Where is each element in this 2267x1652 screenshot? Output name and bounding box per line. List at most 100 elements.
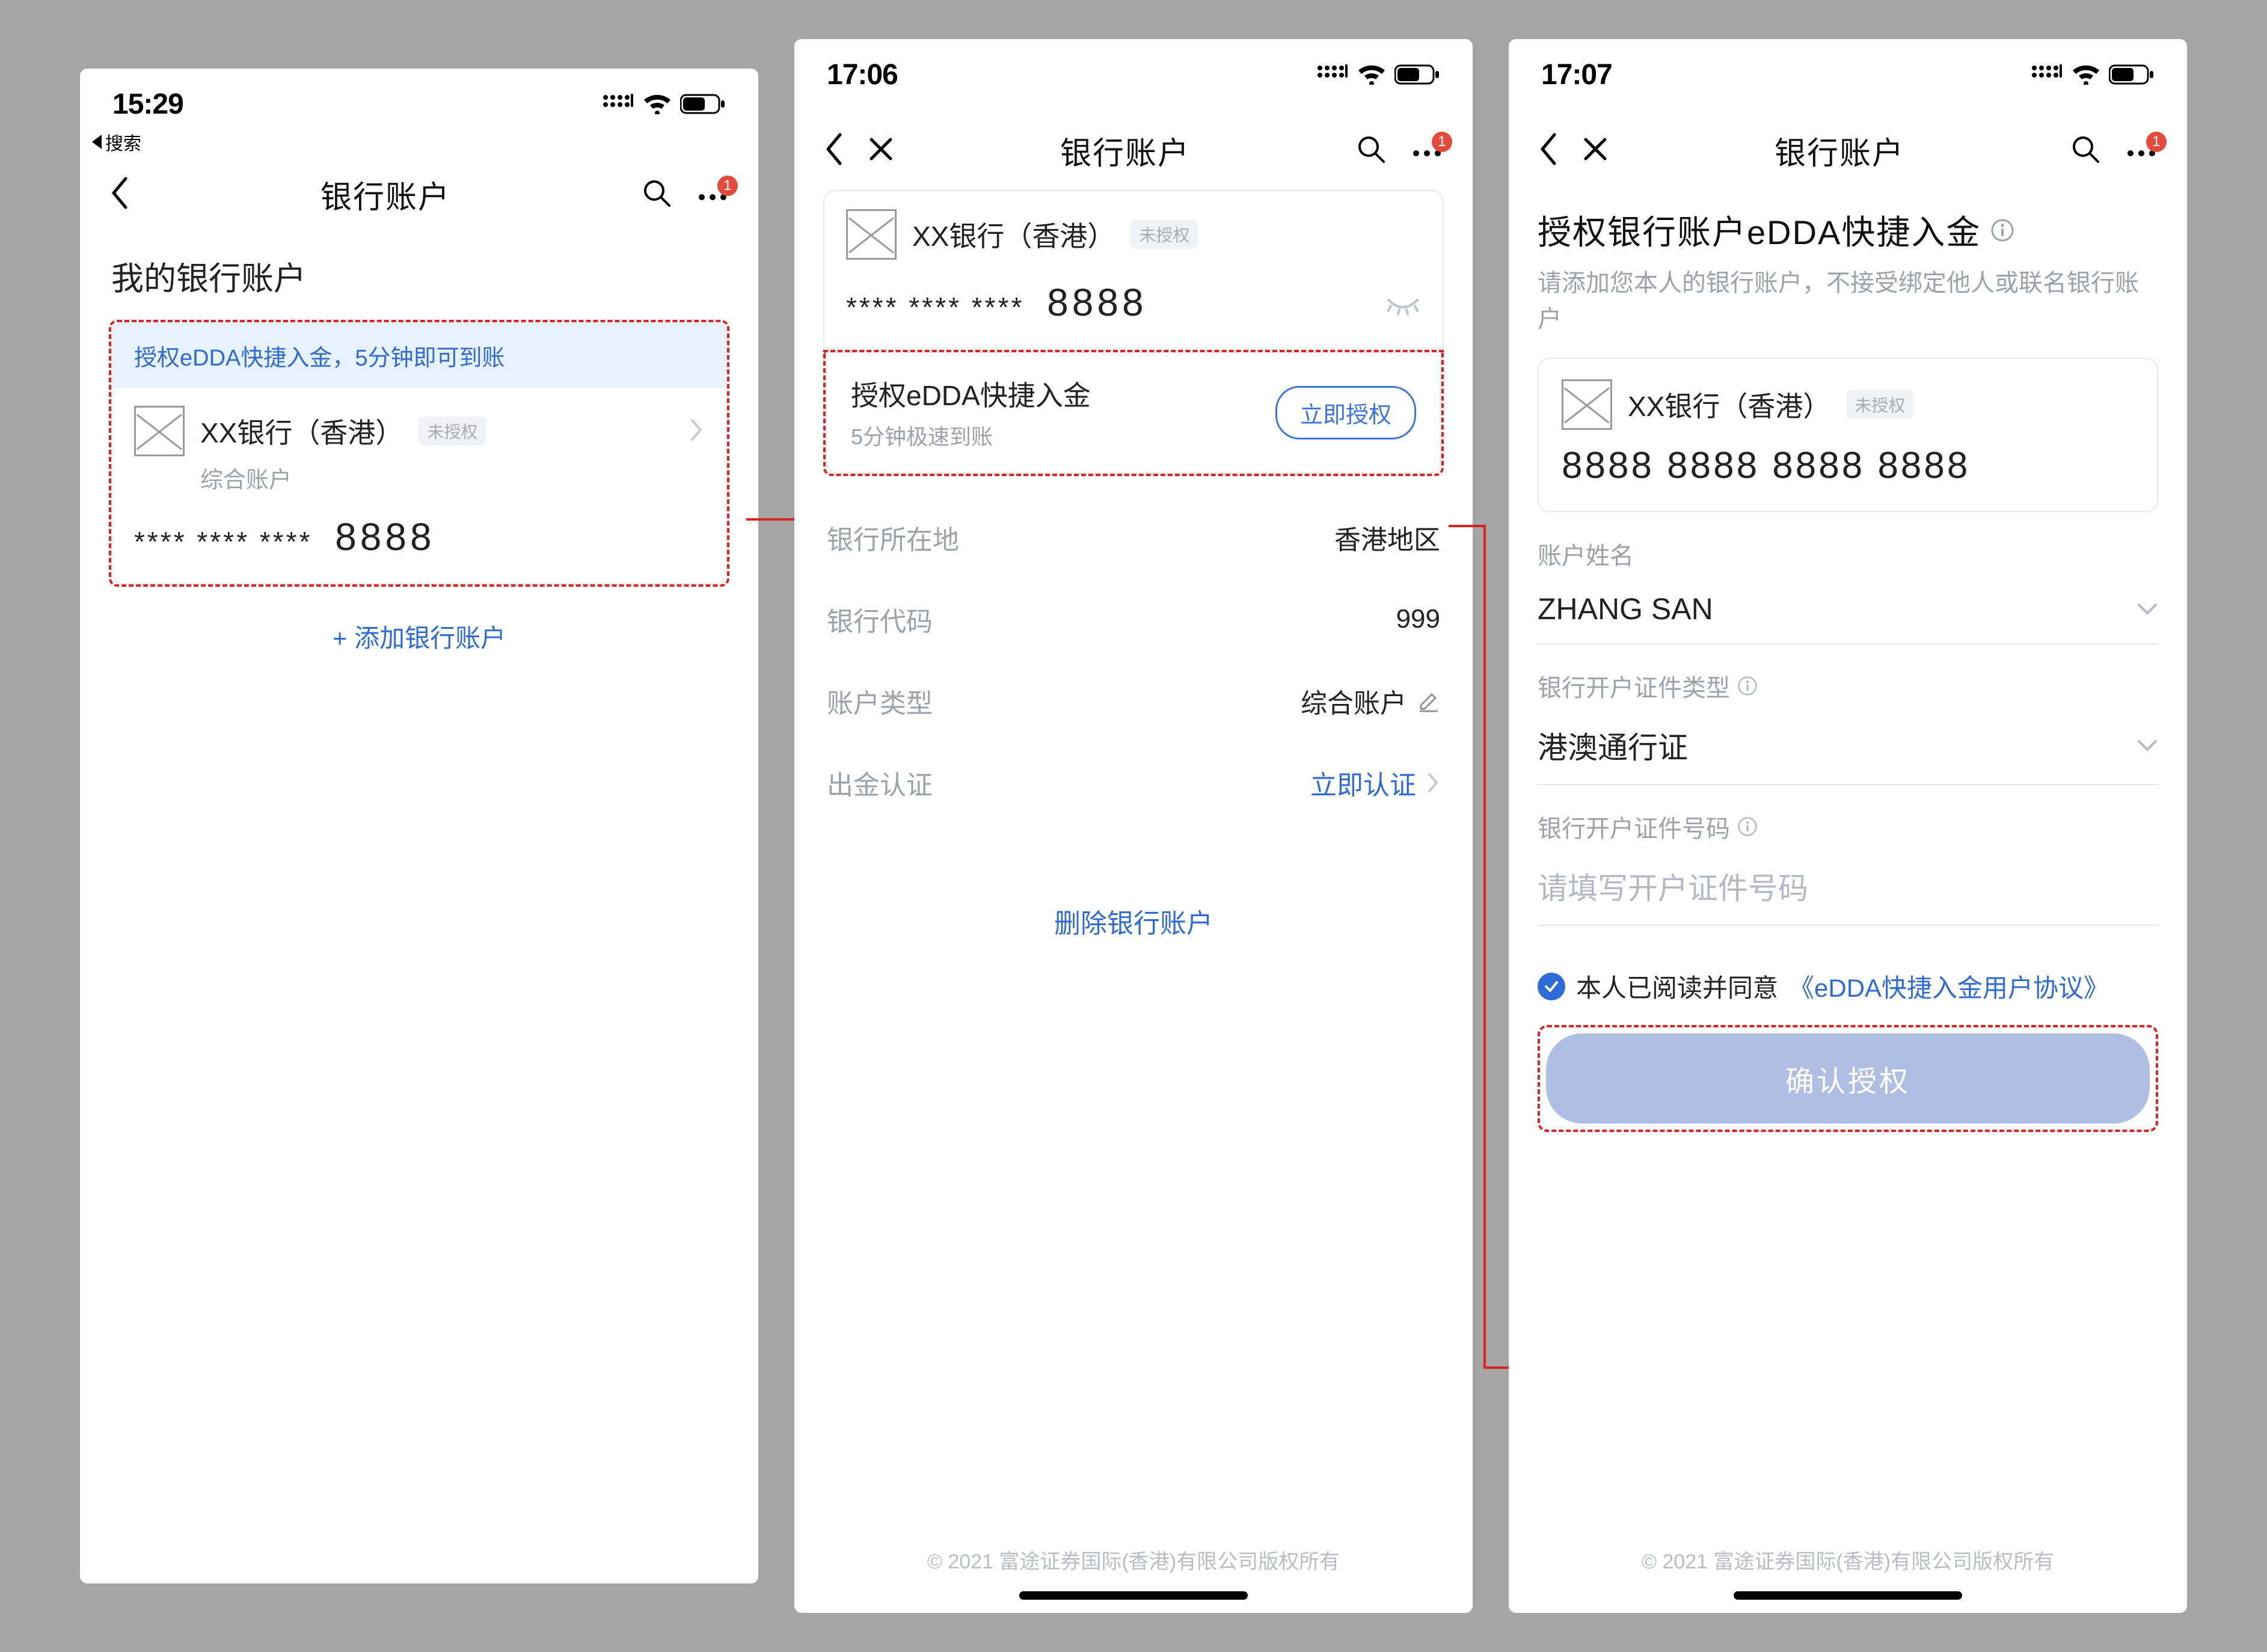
add-account-link[interactable]: + 添加银行账户 (109, 587, 729, 686)
id-number-input[interactable]: 请填写开户证件号码 (1538, 856, 2158, 926)
status-bar: 15:29 (80, 69, 758, 129)
highlight-box: 授权eDDA快捷入金，5分钟即可到账 XX银行（香港） 未授权 综合账户 ***… (109, 320, 729, 587)
copyright-footer: © 2021 富途证券国际(香港)有限公司版权所有 (794, 1527, 1473, 1591)
more-icon[interactable]: 1 (2124, 140, 2158, 161)
full-account-number: 8888 8888 8888 8888 (1562, 444, 2134, 487)
edda-auth-row: 授权eDDA快捷入金 5分钟极速到账 立即授权 (826, 352, 1441, 474)
row-bank-code: 银行代码 999 (823, 578, 1444, 660)
nav-title: 银行账户 (321, 172, 450, 217)
row-account-type[interactable]: 账户类型 综合账户 (823, 660, 1444, 742)
row-withdrawal-verify[interactable]: 出金认证 立即认证 (823, 742, 1444, 824)
info-icon[interactable] (1990, 218, 2014, 242)
account-number: **** **** **** 8888 (112, 494, 726, 583)
notification-badge: 1 (717, 176, 738, 196)
nav-bar: 银行账户 1 (794, 116, 1473, 190)
search-icon[interactable] (2070, 134, 2100, 167)
close-icon[interactable] (868, 136, 894, 165)
home-indicator (1019, 1591, 1248, 1600)
notification-badge: 1 (2146, 132, 2167, 152)
bank-account-card[interactable]: 授权eDDA快捷入金，5分钟即可到账 XX银行（香港） 未授权 综合账户 ***… (111, 322, 727, 584)
wifi-icon (2072, 64, 2100, 85)
unauthorized-tag: 未授权 (419, 417, 486, 445)
status-time: 17:06 (827, 58, 898, 91)
authorize-now-button[interactable]: 立即授权 (1275, 386, 1416, 439)
status-time: 15:29 (112, 88, 183, 121)
bank-card: XX银行（香港） 未授权 8888 8888 8888 8888 (1538, 358, 2158, 512)
highlight-box: 授权eDDA快捷入金 5分钟极速到账 立即授权 (823, 350, 1444, 476)
status-right (602, 93, 726, 115)
chevron-right-icon (1427, 772, 1440, 794)
cellular-icon (602, 94, 634, 114)
chevron-right-icon (690, 418, 704, 445)
back-icon[interactable] (1538, 132, 1558, 169)
screen-bank-accounts-list: 15:29 搜索 银行账户 1 我的银行账户 授权eDDA快捷入金，5分钟即可到… (80, 69, 758, 1583)
nav-title: 银行账户 (1775, 128, 1904, 173)
section-title: 我的银行账户 (109, 234, 729, 320)
edda-subtitle: 5分钟极速到账 (851, 420, 1091, 451)
status-right (2031, 64, 2155, 85)
status-time: 17:07 (1541, 58, 1612, 91)
info-icon[interactable] (1737, 816, 1758, 837)
field-id-type: 银行开户证件类型 港澳通行证 (1538, 668, 2158, 785)
bank-logo-icon (846, 209, 897, 260)
account-number: **** **** **** 8888 (824, 260, 1443, 349)
battery-icon (680, 93, 726, 115)
checkbox-checked-icon[interactable] (1538, 973, 1565, 1000)
more-icon[interactable]: 1 (1410, 140, 1444, 161)
search-icon[interactable] (642, 178, 672, 211)
wifi-icon (1357, 64, 1386, 85)
info-icon[interactable] (1737, 676, 1758, 696)
delete-account-link[interactable]: 删除银行账户 (823, 902, 1444, 940)
status-bar: 17:06 (794, 39, 1473, 99)
bank-logo-icon (1562, 379, 1612, 430)
detail-list: 银行所在地 香港地区 银行代码 999 账户类型 综合账户 出金认证 立即认证 (823, 497, 1444, 824)
back-icon[interactable] (109, 176, 129, 213)
unauthorized-tag: 未授权 (1130, 220, 1198, 249)
field-id-number: 银行开户证件号码 请填写开户证件号码 (1538, 809, 2158, 926)
field-account-name: 账户姓名 ZHANG SAN (1538, 536, 2158, 644)
page-description: 请添加您本人的银行账户，不接受绑定他人或联名银行账户 (1538, 265, 2158, 358)
bank-logo-icon (134, 406, 185, 456)
verify-now-link[interactable]: 立即认证 (1310, 763, 1416, 802)
back-icon[interactable] (823, 132, 844, 169)
screen-bank-account-detail: 17:06 银行账户 1 XX银行（香港） 未授权 (794, 39, 1473, 1613)
home-indicator (1734, 1591, 1962, 1600)
close-icon[interactable] (1582, 136, 1609, 165)
agreement-link[interactable]: 《eDDA快捷入金用户协议》 (1789, 968, 2109, 1005)
screen-edda-authorize-form: 17:07 银行账户 1 授权银行账户eDDA快捷入金 请添加您本人的银行账户，… (1509, 39, 2187, 1613)
eye-hidden-icon[interactable] (1385, 280, 1421, 325)
highlight-box: 确认授权 (1538, 1025, 2158, 1132)
cellular-icon (1316, 64, 1349, 85)
back-to-search[interactable]: 搜索 (80, 129, 758, 160)
copyright-footer: © 2021 富途证券国际(香港)有限公司版权所有 (1509, 1527, 2187, 1591)
chevron-down-icon (2137, 602, 2158, 616)
bank-name: XX银行（香港） (1628, 385, 1830, 424)
nav-title: 银行账户 (1060, 128, 1190, 173)
consent-row[interactable]: 本人已阅读并同意 《eDDA快捷入金用户协议》 (1538, 926, 2158, 1025)
id-type-select[interactable]: 港澳通行证 (1538, 715, 2158, 785)
chevron-down-icon (2137, 739, 2158, 752)
more-icon[interactable]: 1 (696, 184, 729, 205)
edda-title: 授权eDDA快捷入金 (851, 374, 1091, 414)
confirm-authorize-button[interactable]: 确认授权 (1546, 1033, 2150, 1124)
nav-bar: 银行账户 1 (80, 160, 758, 234)
bank-name: XX银行（香港） (912, 215, 1115, 254)
row-bank-region: 银行所在地 香港地区 (823, 497, 1444, 578)
edda-banner[interactable]: 授权eDDA快捷入金，5分钟即可到账 (112, 323, 726, 388)
wifi-icon (643, 94, 672, 114)
bank-name: XX银行（香港） (200, 411, 403, 451)
status-bar: 17:07 (1509, 39, 2187, 99)
battery-icon (2109, 64, 2155, 85)
nav-bar: 银行账户 1 (1509, 116, 2187, 190)
bank-summary-card: XX银行（香港） 未授权 **** **** **** 8888 (823, 190, 1444, 350)
battery-icon (1394, 64, 1440, 85)
page-heading: 授权银行账户eDDA快捷入金 (1538, 190, 2158, 265)
notification-badge: 1 (1432, 132, 1452, 152)
cellular-icon (2031, 64, 2063, 85)
edit-icon (1417, 690, 1440, 712)
search-icon[interactable] (1356, 134, 1386, 167)
account-name-select[interactable]: ZHANG SAN (1538, 583, 2158, 644)
status-right (1316, 64, 1440, 85)
account-type-label: 综合账户 (112, 456, 726, 494)
unauthorized-tag: 未授权 (1846, 390, 1913, 419)
